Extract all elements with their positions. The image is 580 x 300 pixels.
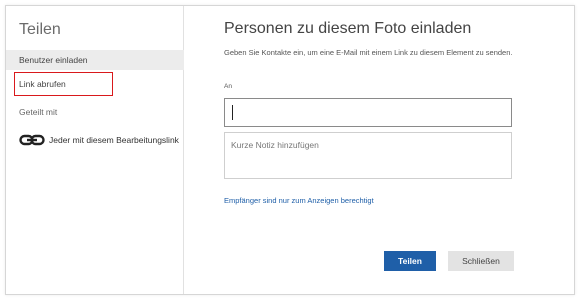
link-icon <box>19 134 45 146</box>
share-button[interactable]: Teilen <box>384 251 436 271</box>
text-cursor <box>232 105 233 120</box>
page-title: Personen zu diesem Foto einladen <box>224 20 472 37</box>
recipients-input[interactable] <box>224 98 512 127</box>
sidebar-item-label: Benutzer einladen <box>19 55 88 65</box>
share-dialog: Teilen Benutzer einladen Link abrufen Ge… <box>5 5 575 295</box>
shared-entry-label: Jeder mit diesem Bearbeitungslink <box>49 135 179 145</box>
invite-panel: Personen zu diesem Foto einladen Geben S… <box>185 6 574 294</box>
note-field[interactable] <box>224 132 512 179</box>
permissions-link[interactable]: Empfänger sind nur zum Anzeigen berechti… <box>224 196 374 205</box>
to-label: An <box>224 83 232 90</box>
shared-with-label: Geteilt mit <box>19 107 58 117</box>
highlight-box <box>14 72 113 96</box>
share-sidebar: Teilen Benutzer einladen Link abrufen Ge… <box>6 6 184 294</box>
close-button[interactable]: Schließen <box>448 251 514 271</box>
shared-entry-edit-link[interactable]: Jeder mit diesem Bearbeitungslink <box>19 134 179 146</box>
invite-description: Geben Sie Kontakte ein, um eine E-Mail m… <box>224 48 513 57</box>
sidebar-item-invite-people[interactable]: Benutzer einladen <box>6 50 184 70</box>
sidebar-title: Teilen <box>19 21 61 38</box>
